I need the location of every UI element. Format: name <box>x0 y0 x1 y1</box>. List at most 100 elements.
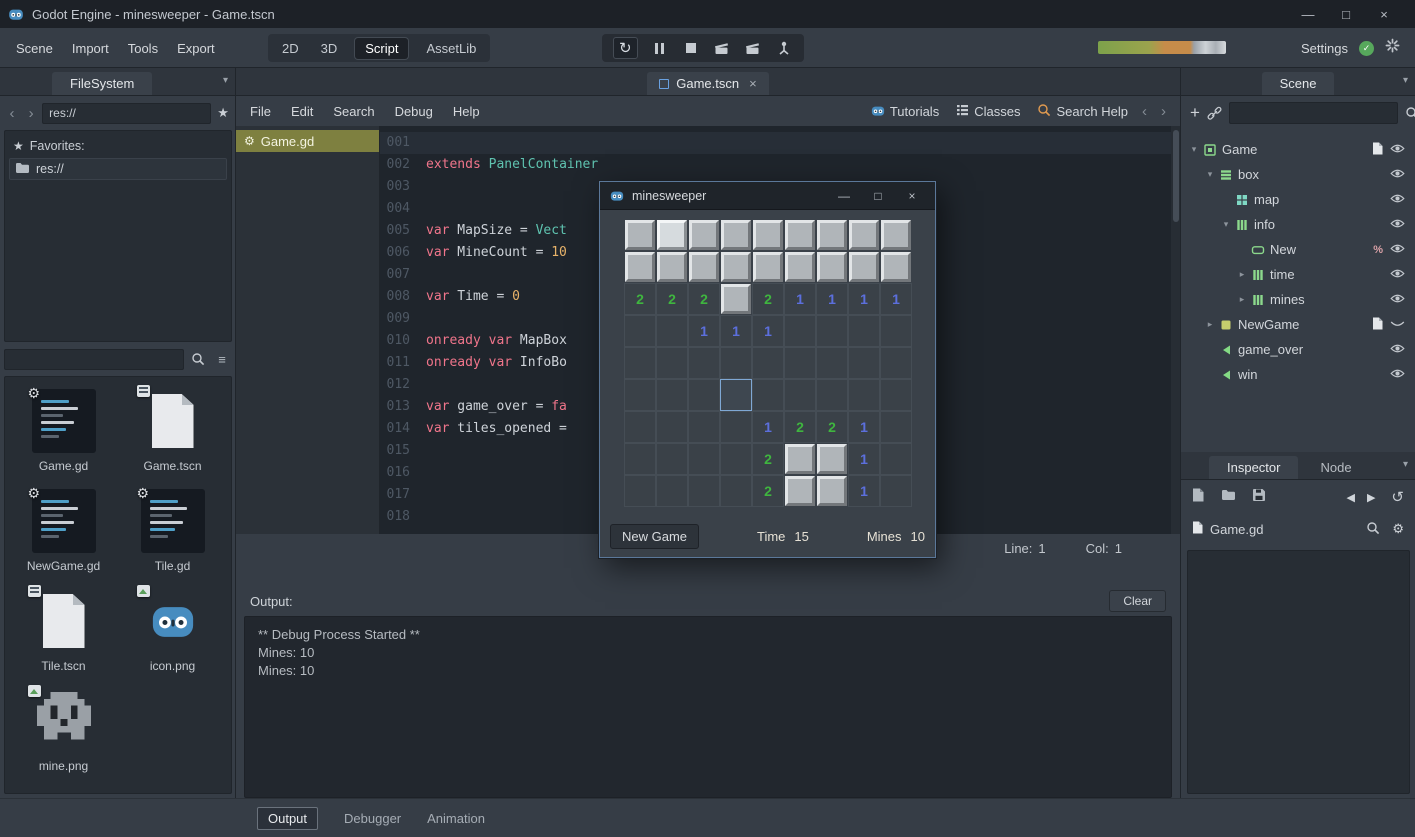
tile-8-0[interactable] <box>624 475 656 507</box>
tile-1-0[interactable] <box>624 251 656 283</box>
menu-import[interactable]: Import <box>72 41 109 56</box>
inspector-back-button[interactable]: ◀ <box>1346 491 1354 504</box>
file-item-icon-png[interactable]: icon.png <box>122 589 224 673</box>
tile-6-1[interactable] <box>656 411 688 443</box>
workspace-tab-script[interactable]: Script <box>355 38 408 59</box>
scene-node-mines[interactable]: ▸mines <box>1181 287 1415 312</box>
new-game-button[interactable]: New Game <box>610 524 699 549</box>
tile-4-4[interactable] <box>752 347 784 379</box>
settings-button[interactable]: Settings <box>1301 41 1348 56</box>
minesweeper-maximize-button[interactable]: □ <box>865 189 891 203</box>
tile-6-0[interactable] <box>624 411 656 443</box>
tab-node[interactable]: Node <box>1302 456 1369 479</box>
tile-0-5[interactable] <box>784 219 816 251</box>
workspace-tab-2d[interactable]: 2D <box>278 38 303 59</box>
filesystem-search-input[interactable] <box>4 349 184 370</box>
play-scene-button[interactable] <box>713 37 731 59</box>
tile-3-0[interactable] <box>624 315 656 347</box>
tile-8-2[interactable] <box>688 475 720 507</box>
tile-0-6[interactable] <box>816 219 848 251</box>
bottom-tab-animation[interactable]: Animation <box>427 811 485 826</box>
visibility-eye-icon[interactable] <box>1390 367 1405 382</box>
code-scrollbar[interactable] <box>1171 126 1180 534</box>
view-toggle-icon[interactable]: ≡ <box>212 352 232 367</box>
tile-2-7[interactable]: 1 <box>848 283 880 315</box>
add-node-button[interactable]: + <box>1190 103 1200 123</box>
tile-4-0[interactable] <box>624 347 656 379</box>
menu-export[interactable]: Export <box>177 41 215 56</box>
script-menu-help[interactable]: Help <box>453 104 480 119</box>
inspector-forward-button[interactable]: ▶ <box>1367 491 1375 504</box>
tile-2-6[interactable]: 1 <box>816 283 848 315</box>
scene-node-game-over[interactable]: game_over <box>1181 337 1415 362</box>
inspector-search-icon[interactable] <box>1366 521 1380 538</box>
tile-7-7[interactable]: 1 <box>848 443 880 475</box>
script-history-back[interactable]: ‹ <box>1142 103 1147 120</box>
file-item-newgame-gd[interactable]: ⚙NewGame.gd <box>13 489 115 573</box>
scene-node-win[interactable]: win <box>1181 362 1415 387</box>
minesweeper-close-button[interactable]: × <box>899 189 925 203</box>
clear-output-button[interactable]: Clear <box>1109 590 1166 612</box>
dock-menu-icon[interactable]: ▾ <box>223 75 228 86</box>
tile-8-8[interactable] <box>880 475 912 507</box>
file-item-mine-png[interactable]: mine.png <box>13 689 115 773</box>
tile-2-8[interactable]: 1 <box>880 283 912 315</box>
favorite-item-res-[interactable]: res:// <box>9 158 227 180</box>
expand-arrow-icon[interactable]: ▸ <box>1235 269 1249 280</box>
tile-5-6[interactable] <box>816 379 848 411</box>
tile-7-0[interactable] <box>624 443 656 475</box>
tile-7-5[interactable] <box>784 443 816 475</box>
tile-6-8[interactable] <box>880 411 912 443</box>
tile-2-5[interactable]: 1 <box>784 283 816 315</box>
scene-node-newgame[interactable]: ▸NewGame <box>1181 312 1415 337</box>
visibility-eye-icon[interactable] <box>1390 217 1405 232</box>
inspector-tools-icon[interactable]: ⚙ <box>1392 521 1404 537</box>
tile-8-7[interactable]: 1 <box>848 475 880 507</box>
tile-4-1[interactable] <box>656 347 688 379</box>
tile-7-8[interactable] <box>880 443 912 475</box>
history-forward-button[interactable]: › <box>23 105 39 122</box>
tile-0-7[interactable] <box>848 219 880 251</box>
visibility-eye-icon[interactable] <box>1390 267 1405 282</box>
script-menu-search[interactable]: Search <box>333 104 374 119</box>
tile-3-1[interactable] <box>656 315 688 347</box>
tile-4-7[interactable] <box>848 347 880 379</box>
expand-arrow-icon[interactable]: ▸ <box>1203 319 1217 330</box>
tile-1-2[interactable] <box>688 251 720 283</box>
collapse-arrow-icon[interactable]: ▾ <box>1203 169 1217 180</box>
play-button[interactable]: ↻ <box>613 37 638 59</box>
tile-2-1[interactable]: 2 <box>656 283 688 315</box>
scene-node-box[interactable]: ▾box <box>1181 162 1415 187</box>
help-tutorials[interactable]: Tutorials <box>871 104 939 119</box>
file-item-game-gd[interactable]: ⚙Game.gd <box>13 389 115 473</box>
tile-0-8[interactable] <box>880 219 912 251</box>
tile-4-5[interactable] <box>784 347 816 379</box>
script-menu-edit[interactable]: Edit <box>291 104 313 119</box>
tile-2-3[interactable] <box>720 283 752 315</box>
scene-filter-input[interactable] <box>1229 102 1398 124</box>
scene-node-time[interactable]: ▸time <box>1181 262 1415 287</box>
tile-8-5[interactable] <box>784 475 816 507</box>
help-classes[interactable]: Classes <box>956 104 1020 119</box>
scene-search-icon[interactable] <box>1405 106 1415 120</box>
tile-3-5[interactable] <box>784 315 816 347</box>
tile-3-4[interactable]: 1 <box>752 315 784 347</box>
tile-5-3[interactable] <box>720 379 752 411</box>
tile-8-3[interactable] <box>720 475 752 507</box>
script-menu-file[interactable]: File <box>250 104 271 119</box>
new-resource-button[interactable] <box>1192 488 1205 507</box>
minimize-button[interactable]: — <box>1293 7 1323 22</box>
current-path-field[interactable] <box>42 103 211 124</box>
tile-1-3[interactable] <box>720 251 752 283</box>
save-resource-button[interactable] <box>1252 488 1266 507</box>
tile-3-7[interactable] <box>848 315 880 347</box>
tile-6-7[interactable]: 1 <box>848 411 880 443</box>
favorite-toggle-button[interactable]: ★ <box>214 105 232 121</box>
script-menu-debug[interactable]: Debug <box>395 104 433 119</box>
tile-4-3[interactable] <box>720 347 752 379</box>
attached-script-icon[interactable] <box>1372 317 1383 333</box>
dock-menu-icon[interactable]: ▾ <box>1403 459 1408 470</box>
help-search-help[interactable]: Search Help <box>1037 103 1128 120</box>
workspace-tab-assetlib[interactable]: AssetLib <box>422 38 480 59</box>
visibility-eye-icon[interactable] <box>1390 167 1405 182</box>
